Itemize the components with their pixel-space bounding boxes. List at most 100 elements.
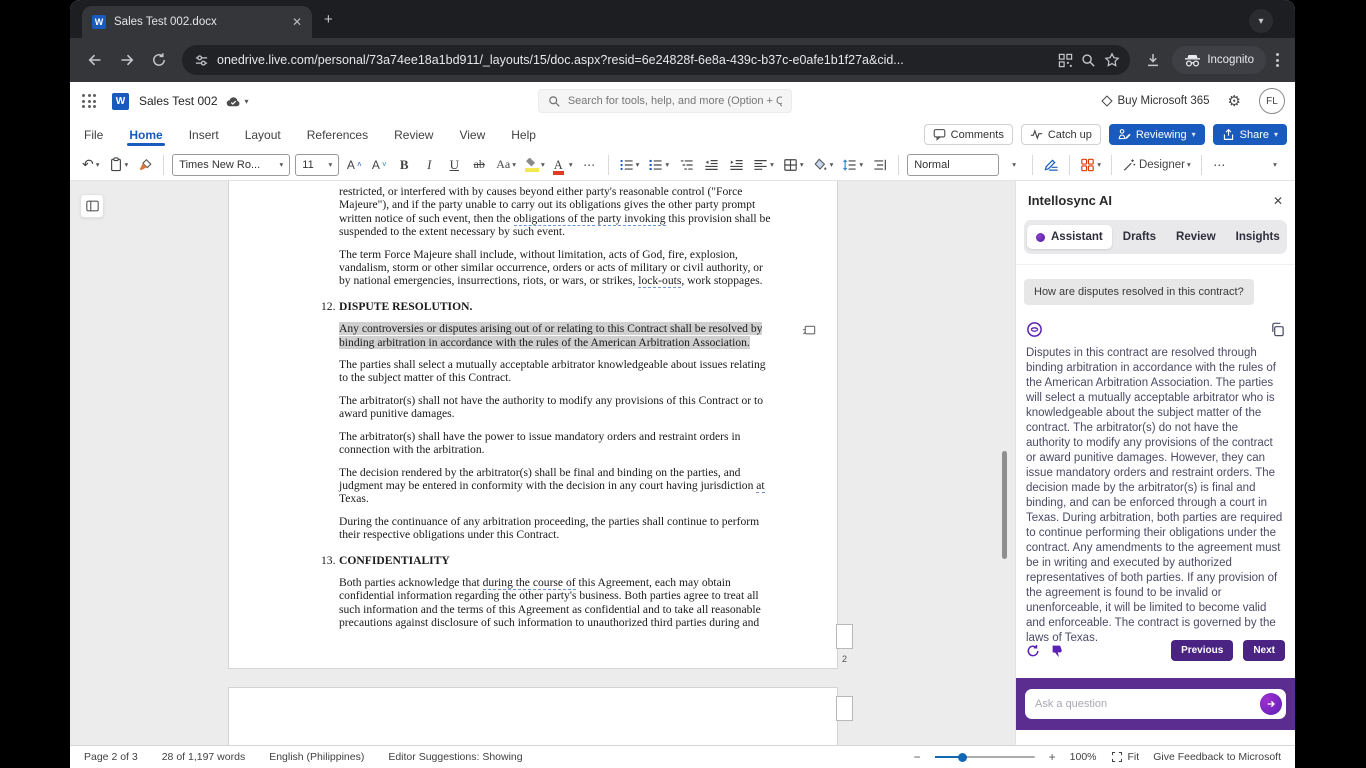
status-page-count[interactable]: Page 2 of 3 bbox=[84, 751, 138, 763]
line-spacing-button[interactable]: ▾ bbox=[840, 153, 865, 177]
style-chevron[interactable]: ▾ bbox=[1004, 153, 1024, 177]
site-info-icon[interactable] bbox=[194, 53, 209, 68]
zoom-level[interactable]: 100% bbox=[1070, 751, 1097, 763]
address-bar[interactable]: onedrive.live.com/personal/73a74ee18a1bd… bbox=[182, 45, 1131, 75]
ai-tab-review[interactable]: Review bbox=[1167, 225, 1225, 249]
change-case-button[interactable]: Aa ▾ bbox=[494, 153, 518, 177]
reload-icon[interactable] bbox=[146, 47, 172, 73]
menu-tab-home[interactable]: Home bbox=[127, 122, 166, 148]
table-button[interactable]: ▾ bbox=[781, 153, 806, 177]
document-paragraph: Any controversies or disputes arising ou… bbox=[339, 322, 816, 349]
shrink-font-button[interactable]: A ˅ bbox=[369, 153, 389, 177]
catch-up-button[interactable]: Catch up bbox=[1020, 124, 1101, 145]
paragraph-options-button[interactable] bbox=[870, 153, 890, 177]
browser-tab[interactable]: W Sales Test 002.docx ✕ bbox=[82, 6, 312, 38]
zoom-in-button[interactable]: + bbox=[1049, 750, 1056, 764]
ai-tab-insights[interactable]: Insights bbox=[1227, 225, 1289, 249]
comments-button[interactable]: Comments bbox=[923, 124, 1013, 145]
reviewing-button[interactable]: Reviewing ▾ bbox=[1108, 124, 1205, 145]
navigation-pane-toggle[interactable] bbox=[80, 194, 104, 218]
document-canvas[interactable]: restricted, or interfered with by causes… bbox=[70, 181, 1015, 745]
qr-code-icon[interactable] bbox=[1058, 53, 1073, 68]
numbering-button[interactable]: ▾ bbox=[646, 153, 671, 177]
tab-close-icon[interactable]: ✕ bbox=[292, 15, 302, 29]
app-search-box[interactable]: Search for tools, help, and more (Option… bbox=[538, 89, 792, 113]
next-button[interactable]: Next bbox=[1243, 640, 1285, 661]
menu-tab-help[interactable]: Help bbox=[511, 122, 536, 148]
settings-gear-icon[interactable]: ⚙ bbox=[1228, 92, 1241, 110]
bookmark-star-icon[interactable] bbox=[1104, 52, 1120, 68]
menu-tab-references[interactable]: References bbox=[307, 122, 368, 148]
text-highlight-button[interactable]: ▾ bbox=[523, 153, 547, 177]
regenerate-icon[interactable] bbox=[1026, 644, 1040, 658]
style-value: Normal bbox=[914, 158, 950, 171]
format-painter-button[interactable] bbox=[135, 153, 155, 177]
page-3-of-document[interactable] bbox=[228, 687, 838, 745]
font-color-button[interactable]: A ▾ bbox=[552, 153, 575, 177]
alignment-button[interactable]: ▾ bbox=[751, 153, 776, 177]
editor-suggestion-text: obligations of the bbox=[513, 211, 595, 226]
menu-tab-file[interactable]: File bbox=[84, 122, 103, 148]
word-logo[interactable]: W bbox=[112, 92, 129, 110]
style-dropdown[interactable]: Normal bbox=[907, 153, 1000, 176]
app-launcher-icon[interactable] bbox=[82, 94, 96, 108]
underline-button[interactable]: U bbox=[444, 153, 464, 177]
decrease-indent-button[interactable] bbox=[701, 153, 721, 177]
saved-cloud-icon[interactable] bbox=[226, 95, 241, 108]
editor-button[interactable] bbox=[1041, 153, 1061, 177]
ai-tabs-menu-icon[interactable] bbox=[1291, 231, 1295, 244]
downloads-icon[interactable] bbox=[1140, 47, 1166, 73]
comment-marker-icon[interactable] bbox=[802, 323, 817, 338]
collapse-ribbon-button[interactable]: ▾ bbox=[1265, 153, 1285, 177]
zoom-slider-handle[interactable] bbox=[957, 752, 967, 762]
account-avatar[interactable]: FL bbox=[1259, 88, 1285, 114]
status-language[interactable]: English (Philippines) bbox=[269, 751, 364, 763]
italic-button[interactable]: I bbox=[419, 153, 439, 177]
ai-close-icon[interactable]: ✕ bbox=[1273, 194, 1283, 208]
status-editor-suggestions[interactable]: Editor Suggestions: Showing bbox=[388, 751, 522, 763]
more-font-options[interactable]: ⋯ bbox=[580, 153, 600, 177]
grow-font-button[interactable]: A ˄ bbox=[344, 153, 364, 177]
add-ins-button[interactable]: ▾ bbox=[1078, 153, 1103, 177]
font-size-dropdown[interactable]: 11 ▾ bbox=[295, 153, 340, 176]
increase-indent-button[interactable] bbox=[726, 153, 746, 177]
new-tab-button[interactable]: + bbox=[324, 12, 333, 27]
zoom-out-button[interactable]: − bbox=[914, 750, 921, 764]
document-scrollbar[interactable] bbox=[1002, 451, 1007, 559]
menu-tab-insert[interactable]: Insert bbox=[189, 122, 219, 148]
ribbon-overflow-button[interactable]: ⋯ bbox=[1210, 153, 1230, 177]
send-icon[interactable] bbox=[1260, 693, 1282, 715]
bold-button[interactable]: B bbox=[394, 153, 414, 177]
forward-icon[interactable] bbox=[114, 47, 140, 73]
status-word-count[interactable]: 28 of 1,197 words bbox=[162, 751, 245, 763]
document-title[interactable]: Sales Test 002 bbox=[139, 94, 218, 108]
browser-menu-icon[interactable] bbox=[1272, 53, 1283, 67]
ai-tab-drafts[interactable]: Drafts bbox=[1114, 225, 1165, 249]
feedback-link[interactable]: Give Feedback to Microsoft bbox=[1153, 751, 1281, 763]
back-icon[interactable] bbox=[82, 47, 108, 73]
undo-button[interactable]: ↶ ▾ bbox=[80, 153, 102, 177]
ask-question-input[interactable] bbox=[1035, 698, 1252, 710]
strikethrough-button[interactable]: ab bbox=[469, 153, 489, 177]
title-chevron-icon[interactable]: ▾ bbox=[245, 97, 249, 106]
bullets-button[interactable]: ▾ bbox=[617, 153, 642, 177]
thumbs-down-icon[interactable] bbox=[1050, 644, 1064, 658]
buy-microsoft-365[interactable]: Buy Microsoft 365 bbox=[1100, 95, 1210, 107]
page-2-of-document[interactable]: restricted, or interfered with by causes… bbox=[228, 181, 838, 669]
menu-tab-view[interactable]: View bbox=[459, 122, 485, 148]
search-in-page-icon[interactable] bbox=[1081, 53, 1096, 68]
share-button[interactable]: Share ▾ bbox=[1212, 124, 1287, 145]
paste-button[interactable]: ▾ bbox=[107, 153, 131, 177]
font-name-dropdown[interactable]: Times New Ro... ▾ bbox=[172, 153, 291, 176]
ai-tab-assistant[interactable]: Assistant bbox=[1027, 225, 1112, 249]
copy-answer-icon[interactable] bbox=[1270, 322, 1285, 337]
fit-button[interactable]: Fit bbox=[1111, 751, 1139, 763]
designer-button[interactable]: Designer ▾ bbox=[1120, 153, 1193, 177]
menu-tab-layout[interactable]: Layout bbox=[245, 122, 281, 148]
zoom-slider[interactable] bbox=[934, 752, 1035, 762]
previous-button[interactable]: Previous bbox=[1171, 640, 1234, 661]
multilevel-list-button[interactable] bbox=[676, 153, 696, 177]
tab-list-chevron-icon[interactable]: ▾ bbox=[1249, 9, 1273, 33]
menu-tab-review[interactable]: Review bbox=[394, 122, 433, 148]
shading-button[interactable]: ▾ bbox=[811, 153, 836, 177]
